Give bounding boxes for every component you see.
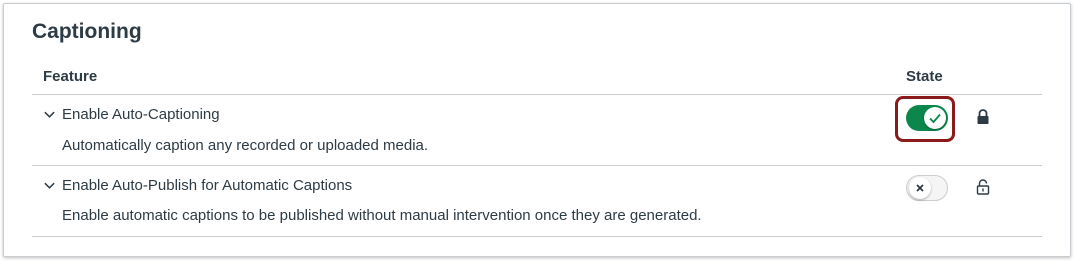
state-column-header: State [906,68,943,85]
header-divider [32,94,1042,95]
section-title: Captioning [32,20,142,43]
lock-icon [977,109,989,124]
auto-publish-toggle[interactable] [906,175,948,201]
feature-row-auto-captioning[interactable]: Enable Auto-Captioning [43,106,220,123]
auto-captioning-toggle[interactable] [906,105,948,131]
chevron-down-icon[interactable] [43,108,56,121]
toggle-knob [924,107,946,129]
unlock-icon [976,179,990,195]
toggle-knob [909,177,931,199]
row-divider [32,165,1042,166]
feature-title: Enable Auto-Captioning [62,106,220,123]
feature-description: Enable automatic captions to be publishe… [62,207,702,224]
feature-column-header: Feature [43,68,98,85]
chevron-down-icon[interactable] [43,179,56,192]
feature-title: Enable Auto-Publish for Automatic Captio… [62,177,353,194]
feature-row-auto-publish[interactable]: Enable Auto-Publish for Automatic Captio… [43,177,352,194]
checkmark-icon [929,113,941,124]
row-divider [32,236,1042,237]
x-icon [916,184,924,192]
feature-description: Automatically caption any recorded or up… [62,137,429,154]
